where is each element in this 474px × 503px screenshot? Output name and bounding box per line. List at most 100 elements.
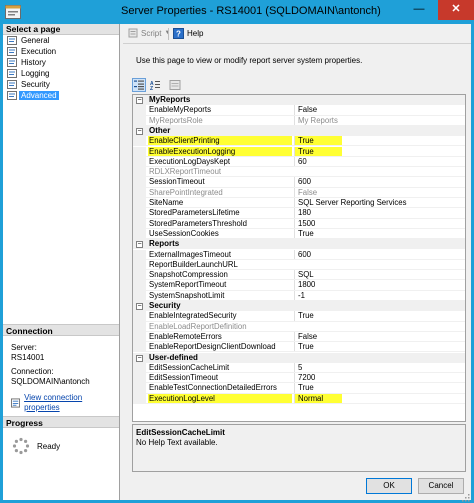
row-gutter — [133, 146, 146, 157]
script-icon — [128, 28, 138, 38]
property-row[interactable]: EnableExecutionLogging True — [133, 146, 465, 157]
help-text: No Help Text available. — [136, 438, 218, 447]
property-row[interactable]: ReportBuilderLaunchURL — [133, 259, 465, 271]
property-row[interactable]: EnableTestConnectionDetailedErrors True — [133, 383, 465, 394]
help-button[interactable]: ? Help — [173, 28, 203, 39]
page-item-history[interactable]: History — [3, 57, 119, 68]
property-row[interactable]: EnableRemoteErrors False — [133, 331, 465, 343]
categorized-button[interactable] — [132, 78, 146, 92]
property-row[interactable]: ExternalImagesTimeout 600 — [133, 249, 465, 260]
progress-header: Progress — [3, 416, 119, 428]
property-row[interactable]: SessionTimeout 600 — [133, 177, 465, 188]
property-row[interactable]: EnableIntegratedSecurity True — [133, 311, 465, 322]
page-item-label: History — [21, 58, 46, 67]
categorized-icon — [134, 80, 144, 90]
page-item-advanced[interactable]: Advanced — [3, 90, 119, 101]
property-row[interactable]: EnableClientPrinting True — [133, 136, 465, 147]
page-icon — [7, 91, 17, 100]
collapse-icon[interactable]: − — [136, 127, 143, 135]
svg-text:?: ? — [176, 30, 181, 39]
category-row[interactable]: − Security — [133, 301, 465, 312]
row-gutter — [133, 259, 146, 271]
property-row[interactable]: EditSessionCacheLimit 5 — [133, 362, 465, 374]
spinner-icon — [12, 437, 30, 455]
category-row[interactable]: − Reports — [133, 239, 465, 250]
category-row[interactable]: − Other — [133, 125, 465, 137]
row-gutter — [133, 136, 146, 147]
property-row[interactable]: EnableReportDesignClientDownload True — [133, 342, 465, 353]
property-grid-toolbar: A Z — [132, 78, 192, 92]
row-gutter — [133, 187, 146, 198]
cancel-button[interactable]: Cancel — [418, 478, 464, 494]
page-item-execution[interactable]: Execution — [3, 46, 119, 57]
row-gutter — [133, 373, 146, 384]
row-divider — [146, 402, 465, 404]
page-item-logging[interactable]: Logging — [3, 68, 119, 79]
property-pages-button[interactable] — [168, 78, 182, 92]
help-panel: EditSessionCacheLimit No Help Text avail… — [132, 424, 466, 472]
row-gutter — [133, 311, 146, 322]
resize-grip-icon[interactable] — [462, 494, 470, 502]
property-row[interactable]: ExecutionLogDaysKept 60 — [133, 156, 465, 168]
row-gutter — [133, 167, 146, 178]
property-row[interactable]: ExecutionLogLevel Normal — [133, 393, 465, 404]
row-gutter — [133, 208, 146, 219]
property-row[interactable]: SystemSnapshotLimit -1 — [133, 290, 465, 301]
minimize-button[interactable]: — — [405, 0, 433, 20]
toolbar: Script ▼ ? Help — [123, 24, 471, 44]
title-bar[interactable]: Server Properties - RS14001 (SQLDOMAIN\a… — [0, 0, 474, 24]
view-connection-properties-link[interactable]: View connection properties — [24, 393, 111, 413]
alphabetical-icon: A Z — [150, 81, 160, 92]
property-row[interactable]: SharePointIntegrated False — [133, 187, 465, 198]
category-row[interactable]: − MyReports — [133, 95, 465, 106]
property-row[interactable]: EnableLoadReportDefinition — [133, 321, 465, 332]
category-label: User-defined — [149, 352, 198, 362]
page-item-security[interactable]: Security — [3, 79, 119, 90]
category-row[interactable]: − User-defined — [133, 352, 465, 363]
property-row[interactable]: StoredParametersLifetime 180 — [133, 208, 465, 219]
collapse-icon[interactable]: − — [136, 303, 143, 310]
collapse-icon[interactable]: − — [136, 354, 143, 362]
ok-button[interactable]: OK — [366, 478, 412, 494]
close-icon: ✕ — [451, 3, 461, 15]
row-gutter — [133, 156, 146, 168]
page-list: General Execution History Logging Security Ad… — [3, 35, 119, 101]
property-row[interactable]: SiteName SQL Server Reporting Services — [133, 198, 465, 209]
left-pane: Select a page General Execution History Log… — [3, 24, 120, 500]
row-gutter — [133, 321, 146, 332]
progress-section: Progress Ready — [3, 416, 119, 488]
server-label: Server: — [11, 343, 37, 352]
property-row[interactable]: SystemReportTimeout 1800 — [133, 280, 465, 291]
property-row[interactable]: RDLXReportTimeout — [133, 167, 465, 178]
row-gutter — [133, 115, 146, 126]
close-button[interactable]: ✕ — [438, 0, 474, 20]
row-gutter — [133, 362, 146, 374]
select-page-header: Select a page — [3, 24, 119, 35]
alphabetical-button[interactable]: A Z — [148, 78, 162, 92]
row-gutter — [133, 342, 146, 353]
help-title: EditSessionCacheLimit — [136, 428, 225, 437]
page-item-general[interactable]: General — [3, 35, 119, 46]
category-label: MyReports — [149, 95, 191, 104]
row-gutter — [133, 270, 146, 281]
window-title: Server Properties - RS14001 (SQLDOMAIN\a… — [121, 5, 381, 17]
page-description: Use this page to view or modify report s… — [136, 56, 363, 65]
page-icon — [7, 69, 17, 78]
property-row[interactable]: EnableMyReports False — [133, 105, 465, 116]
help-icon: ? — [173, 28, 184, 39]
property-row[interactable]: EditSessionTimeout 7200 — [133, 373, 465, 384]
connection-value: SQLDOMAIN\antonch — [11, 377, 90, 386]
row-gutter — [133, 280, 146, 291]
page-icon — [7, 36, 17, 45]
collapse-icon[interactable]: − — [136, 241, 143, 249]
collapse-icon[interactable]: − — [136, 97, 143, 104]
property-row[interactable]: SnapshotCompression SQL — [133, 270, 465, 281]
row-gutter — [133, 331, 146, 343]
property-row[interactable]: StoredParametersThreshold 1500 — [133, 218, 465, 229]
row-gutter — [133, 393, 146, 404]
row-gutter — [133, 105, 146, 116]
property-row[interactable]: MyReportsRole My Reports — [133, 115, 465, 126]
script-button[interactable]: Script ▼ — [128, 28, 170, 38]
page-item-label: Execution — [21, 47, 57, 56]
property-row[interactable]: UseSessionCookies True — [133, 228, 465, 240]
